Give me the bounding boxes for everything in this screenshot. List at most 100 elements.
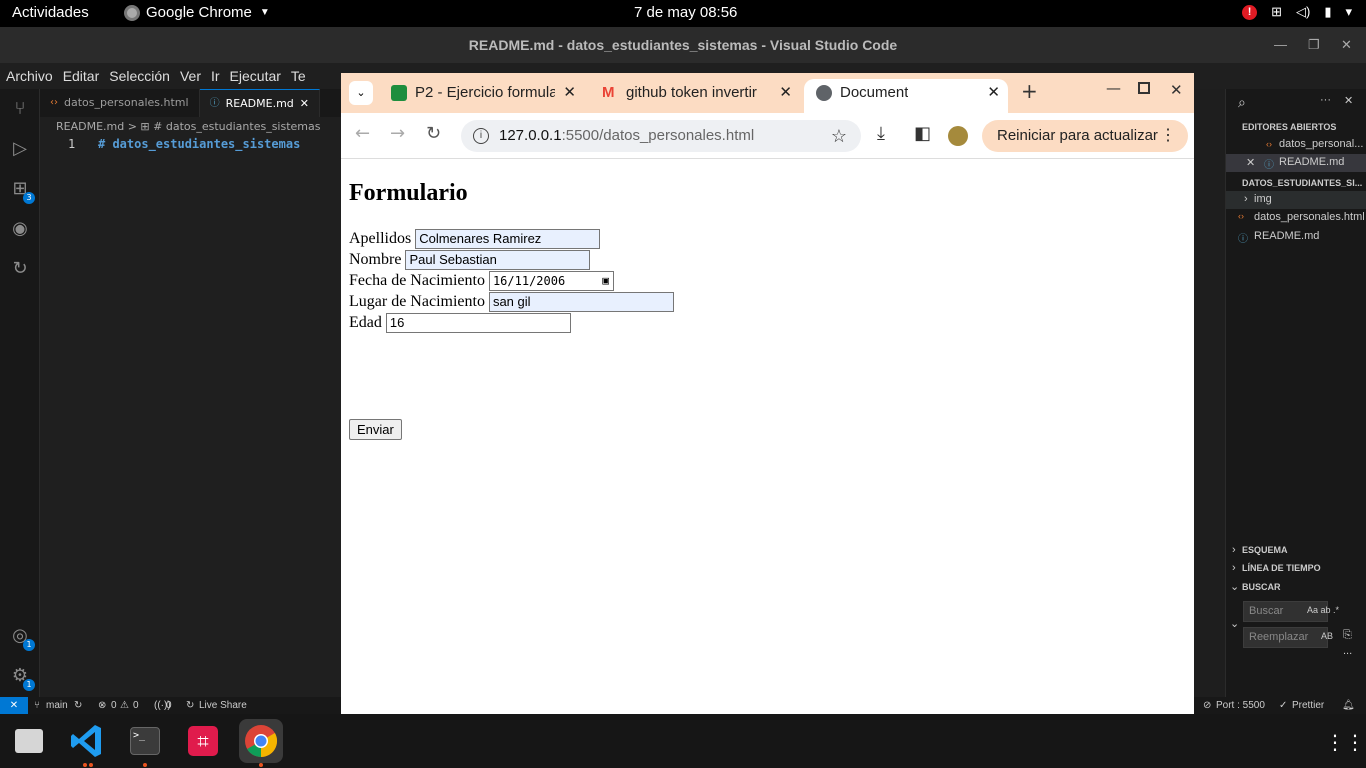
chevron-down-icon[interactable]: ⌄ xyxy=(1230,617,1239,630)
outline-header[interactable]: ESQUEMA xyxy=(1242,545,1288,555)
minimize-icon[interactable]: — xyxy=(1106,79,1121,97)
menu-editar[interactable]: Editar xyxy=(63,63,100,89)
menu-ejecutar[interactable]: Ejecutar xyxy=(230,63,281,89)
apellidos-input[interactable]: Colmenares Ramirez xyxy=(415,228,601,249)
minimize-icon[interactable]: — xyxy=(1274,27,1287,63)
chevron-down-icon[interactable]: ▾ xyxy=(1345,4,1352,20)
maximize-icon[interactable]: ❐ xyxy=(1308,27,1320,63)
terminal-icon: >_ xyxy=(130,727,160,755)
tab-readme[interactable]: ⓘ README.md ✕ xyxy=(199,89,321,118)
close-tab-icon[interactable]: ✕ xyxy=(563,79,576,107)
prettier-status[interactable]: Prettier xyxy=(1292,697,1324,714)
edad-input[interactable]: 16 xyxy=(385,312,571,333)
terminal-app[interactable]: >_ xyxy=(123,719,167,763)
timeline-header[interactable]: LÍNEA DE TIEMPO xyxy=(1242,563,1321,573)
replace-all-icon[interactable]: ⎘ xyxy=(1343,629,1352,642)
system-tray[interactable]: ! ⊞ ◁) ▮ ▾ xyxy=(1242,4,1352,20)
notifications-icon[interactable]: 🔔︎ xyxy=(1342,697,1355,714)
close-icon[interactable]: ✕ xyxy=(1341,27,1352,63)
maximize-icon[interactable] xyxy=(1138,82,1150,94)
error-count[interactable]: 0 xyxy=(111,697,117,714)
volume-icon[interactable]: ◁) xyxy=(1296,4,1310,20)
network-icon[interactable]: ⊞ xyxy=(1271,4,1282,20)
screenshot-app[interactable]: ⌗ xyxy=(181,719,225,763)
site-info-icon[interactable]: i xyxy=(473,128,489,144)
close-icon[interactable]: ✕ xyxy=(1246,156,1255,169)
open-editor-item[interactable]: README.md xyxy=(1279,156,1344,168)
chrome-tab-github[interactable]: M github token invertir ✕ xyxy=(590,79,800,113)
calendar-icon[interactable]: ▣ xyxy=(602,272,609,290)
tab-search-icon[interactable]: ⌄ xyxy=(349,81,373,105)
preserve-case-toggle[interactable]: AB xyxy=(1321,631,1333,641)
fecha-input[interactable]: 16/11/2006 ▣ xyxy=(488,270,614,291)
address-bar[interactable]: i 127.0.0.1:5500/datos_personales.html ☆ xyxy=(461,120,861,152)
relaunch-button[interactable]: Reiniciar para actualizar ⋮ xyxy=(982,120,1188,152)
settings-gear-icon[interactable]: ⚙ 1 xyxy=(8,664,35,691)
file-item[interactable]: README.md xyxy=(1254,230,1319,242)
clock[interactable]: 7 de may 08:56 xyxy=(634,4,737,21)
folder-header[interactable]: DATOS_ESTUDIANTES_SI... xyxy=(1242,178,1362,188)
menu-terminal[interactable]: Te xyxy=(291,63,306,89)
vscode-app[interactable] xyxy=(65,719,109,763)
open-editors-header[interactable]: EDITORES ABIERTOS xyxy=(1242,122,1336,132)
code-editor[interactable]: 1 # datos_estudiantes_sistemas xyxy=(40,137,342,697)
more-options-icon[interactable]: ... xyxy=(1343,645,1352,657)
live-share-icon[interactable]: ↻ xyxy=(8,257,32,281)
close-panel-icon[interactable]: ✕ xyxy=(1344,94,1353,107)
new-tab-button[interactable]: + xyxy=(1021,79,1038,103)
show-apps-icon[interactable]: ⋮⋮⋮ xyxy=(1325,730,1366,754)
sync-icon[interactable]: ↻ xyxy=(74,697,82,714)
alert-icon[interactable]: ! xyxy=(1242,4,1258,20)
live-server-port[interactable]: Port : 5500 xyxy=(1216,697,1265,714)
submit-button[interactable]: Enviar xyxy=(349,419,402,440)
chrome-tab-p2[interactable]: P2 - Ejercicio formula ✕ xyxy=(379,79,584,113)
menu-ver[interactable]: Ver xyxy=(180,63,201,89)
battery-icon[interactable]: ▮ xyxy=(1324,4,1331,20)
activities-button[interactable]: Actividades xyxy=(12,4,89,21)
files-app[interactable] xyxy=(7,719,51,763)
close-tab-icon[interactable]: ✕ xyxy=(779,79,792,107)
download-icon[interactable]: ⤓ xyxy=(877,123,885,144)
more-actions-icon[interactable]: ··· xyxy=(1320,94,1331,106)
warning-count[interactable]: 0 xyxy=(133,697,139,714)
menu-archivo[interactable]: Archivo xyxy=(6,63,53,89)
source-control-icon[interactable]: ⑂ xyxy=(8,97,32,121)
chrome-tab-document[interactable]: Document ✕ xyxy=(804,79,1008,113)
lugar-input[interactable]: san gil xyxy=(488,291,674,312)
folder-item[interactable]: img xyxy=(1254,193,1272,205)
run-debug-icon[interactable]: ▷ xyxy=(8,137,32,161)
live-share-status[interactable]: Live Share xyxy=(199,697,247,714)
error-icon: ⊗ xyxy=(98,700,107,711)
back-icon[interactable]: ← xyxy=(355,123,370,144)
open-editor-item[interactable]: datos_personal... xyxy=(1279,138,1366,150)
accounts-icon[interactable]: ◎ 1 xyxy=(8,624,35,651)
replace-input[interactable]: Reemplazar xyxy=(1243,627,1328,648)
extensions-icon[interactable]: ⊞ 3 xyxy=(8,177,35,204)
file-item[interactable]: datos_personales.html xyxy=(1254,211,1365,223)
forward-icon[interactable]: → xyxy=(390,123,405,144)
search-options[interactable]: Aa ab .* xyxy=(1307,605,1339,615)
breadcrumb[interactable]: README.md > ⊞ # datos_estudiantes_sistem… xyxy=(40,117,342,137)
ports-count[interactable]: 0 xyxy=(166,697,172,714)
search-icon[interactable]: ⌕ xyxy=(1238,94,1246,111)
reload-icon[interactable]: ↻ xyxy=(426,123,441,144)
chrome-app[interactable] xyxy=(239,719,283,763)
code-line[interactable]: # datos_estudiantes_sistemas xyxy=(98,137,300,151)
github-icon[interactable]: ◉ xyxy=(8,217,32,241)
tab-datos-personales[interactable]: ‹› datos_personales.html xyxy=(40,89,200,117)
bookmark-star-icon[interactable]: ☆ xyxy=(831,120,847,152)
close-window-icon[interactable]: ✕ xyxy=(1170,81,1183,99)
menu-seleccion[interactable]: Selección xyxy=(109,63,170,89)
remote-icon[interactable]: ✕ xyxy=(0,697,28,714)
menu-dots-icon[interactable]: ⋮ xyxy=(1160,120,1176,152)
branch-name[interactable]: main xyxy=(46,697,68,714)
menu-ir[interactable]: Ir xyxy=(211,63,220,89)
profile-avatar[interactable] xyxy=(948,126,968,146)
field-nombre: Nombre Paul Sebastian xyxy=(349,249,591,270)
nombre-input[interactable]: Paul Sebastian xyxy=(405,249,591,270)
search-header[interactable]: BUSCAR xyxy=(1242,582,1281,592)
side-panel-icon[interactable]: ◧ xyxy=(914,123,931,144)
app-menu[interactable]: Google Chrome ▼ xyxy=(124,4,270,21)
close-tab-icon[interactable]: ✕ xyxy=(300,90,309,118)
close-tab-icon[interactable]: ✕ xyxy=(987,79,1000,107)
